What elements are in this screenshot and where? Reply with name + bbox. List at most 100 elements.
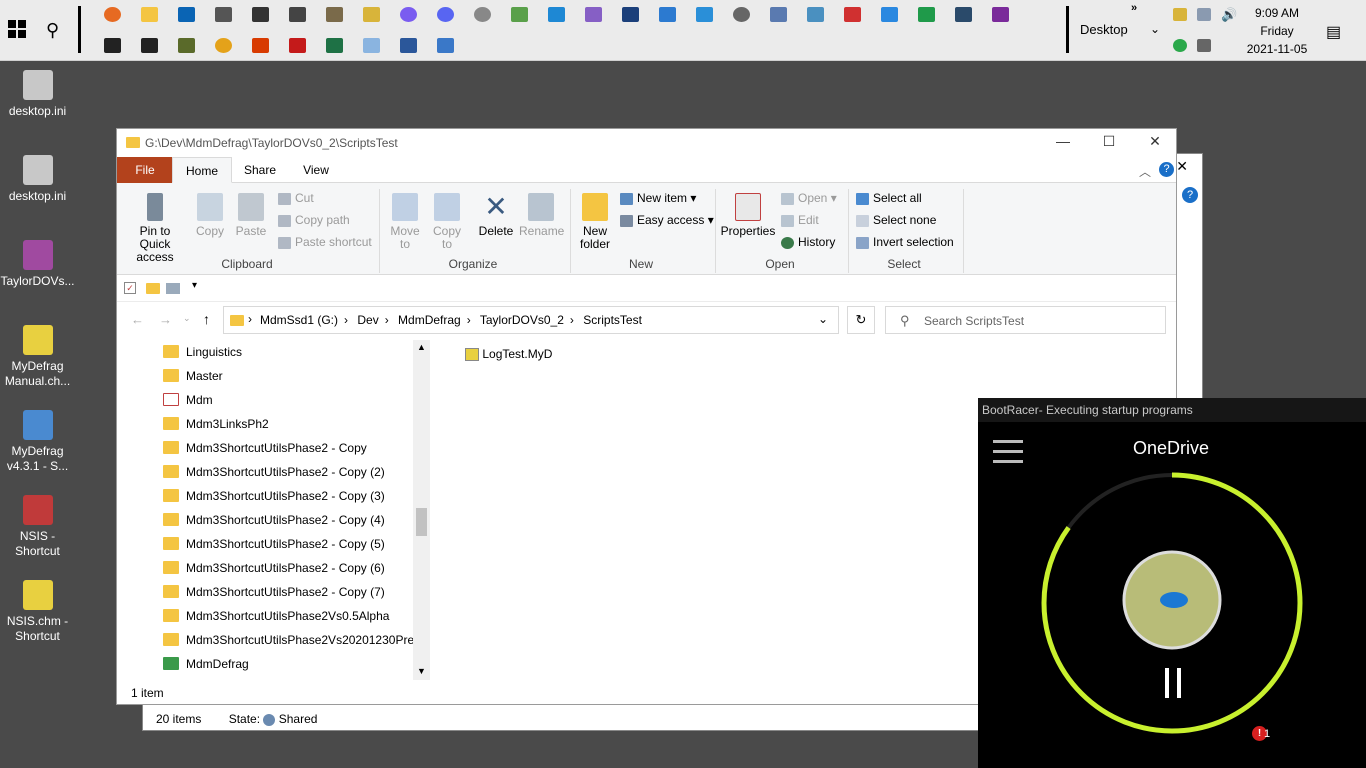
gimp-icon[interactable] <box>326 7 343 22</box>
breadcrumb-item[interactable]: Dev <box>357 313 378 327</box>
scroll-down-icon[interactable]: ▼ <box>417 666 426 676</box>
app-icon[interactable] <box>955 7 972 22</box>
pin-to-quick-access-button[interactable]: Pin to Quick access <box>123 193 187 264</box>
desktop-icon[interactable]: desktop.ini <box>0 70 75 119</box>
excel-icon[interactable] <box>326 38 343 53</box>
help-icon[interactable]: ? <box>1159 162 1174 177</box>
visual-studio-icon[interactable] <box>585 7 602 22</box>
search-input[interactable]: ⚲ Search ScriptsTest <box>885 306 1166 334</box>
scrollbar-thumb[interactable] <box>416 508 427 536</box>
chevron-right-icon[interactable]: › <box>570 313 574 327</box>
breadcrumb-item[interactable]: ScriptsTest <box>583 313 642 327</box>
vscode-icon[interactable] <box>548 7 565 22</box>
network-icon[interactable] <box>1197 8 1211 21</box>
copy-path-button[interactable]: Copy path <box>278 213 350 227</box>
tray-app-icon[interactable] <box>1173 8 1187 21</box>
app-icon[interactable] <box>770 7 787 22</box>
back-arrow-icon[interactable]: ← <box>131 312 144 327</box>
clock[interactable]: 9:09 AM Friday 2021-11-05 <box>1240 4 1314 58</box>
tab-file[interactable]: File <box>117 157 173 183</box>
office-icon[interactable] <box>252 38 269 53</box>
chevron-right-icon[interactable]: › <box>385 313 389 327</box>
app-icon[interactable] <box>622 7 639 22</box>
display-icon[interactable] <box>1197 39 1211 52</box>
help-icon[interactable]: ? <box>1182 187 1198 203</box>
minimize-button[interactable]: — <box>1048 133 1078 149</box>
tray-app-icon[interactable] <box>1173 39 1187 52</box>
paste-shortcut-button[interactable]: Paste shortcut <box>278 235 372 249</box>
app-icon[interactable] <box>918 7 935 22</box>
file-explorer-icon[interactable] <box>141 7 158 22</box>
scroll-up-icon[interactable]: ▲ <box>417 342 426 352</box>
desktop-icon[interactable]: MyDefrag Manual.ch... <box>0 325 75 389</box>
list-item[interactable]: LogTest.MyD <box>465 347 552 362</box>
onenote-icon[interactable] <box>992 7 1009 22</box>
close-button[interactable]: ✕ <box>1140 133 1170 150</box>
chevron-right-icon[interactable]: › <box>467 313 471 327</box>
history-button[interactable]: History <box>781 235 835 249</box>
chevron-right-icon[interactable]: » <box>1131 2 1137 14</box>
collapse-ribbon-icon[interactable]: ︿ <box>1139 163 1151 180</box>
rename-icon[interactable] <box>166 283 180 294</box>
desktop-icon[interactable]: NSIS.chm - Shortcut <box>0 580 75 644</box>
chevron-right-icon[interactable]: › <box>344 313 348 327</box>
powershell-icon[interactable] <box>659 7 676 22</box>
rename-button[interactable]: Rename <box>519 193 564 238</box>
desktop-icon[interactable]: MyDefrag v4.3.1 - S... <box>0 410 75 474</box>
chrome-icon[interactable] <box>215 38 232 53</box>
forward-arrow-icon[interactable]: → <box>159 312 172 327</box>
app-icon[interactable] <box>215 7 232 22</box>
desktop-icon[interactable]: desktop.ini <box>0 155 75 204</box>
discord-icon[interactable] <box>437 7 454 22</box>
maximize-button[interactable]: ☐ <box>1094 133 1124 150</box>
new-folder-icon[interactable] <box>146 283 160 294</box>
title-bar[interactable]: G:\Dev\MdmDefrag\TaylorDOVs0_2\ScriptsTe… <box>117 129 1176 157</box>
pdf-app-icon[interactable] <box>844 7 861 22</box>
select-none-button[interactable]: Select none <box>856 213 936 227</box>
customize-qat-icon[interactable]: ▾ <box>192 280 197 291</box>
outlook-icon[interactable] <box>178 7 195 22</box>
edit-button[interactable]: Edit <box>781 213 819 227</box>
cut-button[interactable]: Cut <box>278 191 314 205</box>
properties-button[interactable]: Properties <box>720 193 776 238</box>
acrobat-icon[interactable] <box>289 38 306 53</box>
search-icon[interactable]: ⚲ <box>46 20 59 41</box>
settings-icon[interactable] <box>733 7 750 22</box>
tab-view[interactable]: View <box>297 157 335 183</box>
cmd-icon[interactable] <box>104 38 121 53</box>
breadcrumb-item[interactable]: MdmDefrag <box>398 313 461 327</box>
desktop-toolbar-label[interactable]: Desktop <box>1080 22 1128 37</box>
windows-start-icon[interactable] <box>8 20 26 38</box>
new-folder-button[interactable]: New folder <box>577 193 613 251</box>
app-icon[interactable] <box>511 7 528 22</box>
app-icon[interactable] <box>696 7 713 22</box>
delete-button[interactable]: ✕ Delete <box>475 193 517 238</box>
pause-icon[interactable] <box>1165 668 1169 698</box>
word-icon[interactable] <box>400 38 417 53</box>
notepad-icon[interactable] <box>437 38 454 53</box>
chevron-down-icon[interactable]: ⌄ <box>1150 22 1160 36</box>
desktop-icon[interactable]: NSIS - Shortcut <box>0 495 75 559</box>
volume-icon[interactable]: 🔊 <box>1221 8 1237 21</box>
up-arrow-icon[interactable]: ↑ <box>203 311 210 327</box>
app-icon[interactable] <box>289 7 306 22</box>
pause-icon[interactable] <box>1177 668 1181 698</box>
select-all-button[interactable]: Select all <box>856 191 922 205</box>
paste-button[interactable]: Paste <box>234 193 268 238</box>
invert-selection-button[interactable]: Invert selection <box>856 235 954 249</box>
properties-check-icon[interactable]: ✓ <box>124 282 136 294</box>
new-item-button[interactable]: New item ▾ <box>620 191 696 205</box>
tab-home[interactable]: Home <box>172 157 232 183</box>
app-icon[interactable] <box>178 38 195 53</box>
firefox-icon[interactable] <box>104 7 121 22</box>
bootracer-window[interactable]: BootRacer- Executing startup programs On… <box>978 398 1366 768</box>
copy-to-button[interactable]: Copy to <box>429 193 465 251</box>
copy-button[interactable]: Copy <box>193 193 227 238</box>
tab-share[interactable]: Share <box>240 157 280 183</box>
recent-locations-icon[interactable]: ⌄ <box>183 313 191 324</box>
breadcrumb-item[interactable]: MdmSsd1 (G:) <box>260 313 338 327</box>
move-to-button[interactable]: Move to <box>387 193 423 251</box>
messenger-icon[interactable] <box>400 7 417 22</box>
navigation-pane[interactable]: Linguistics Master Mdm Mdm3LinksPh2 Mdm3… <box>117 340 431 680</box>
app-icon[interactable] <box>252 7 269 22</box>
